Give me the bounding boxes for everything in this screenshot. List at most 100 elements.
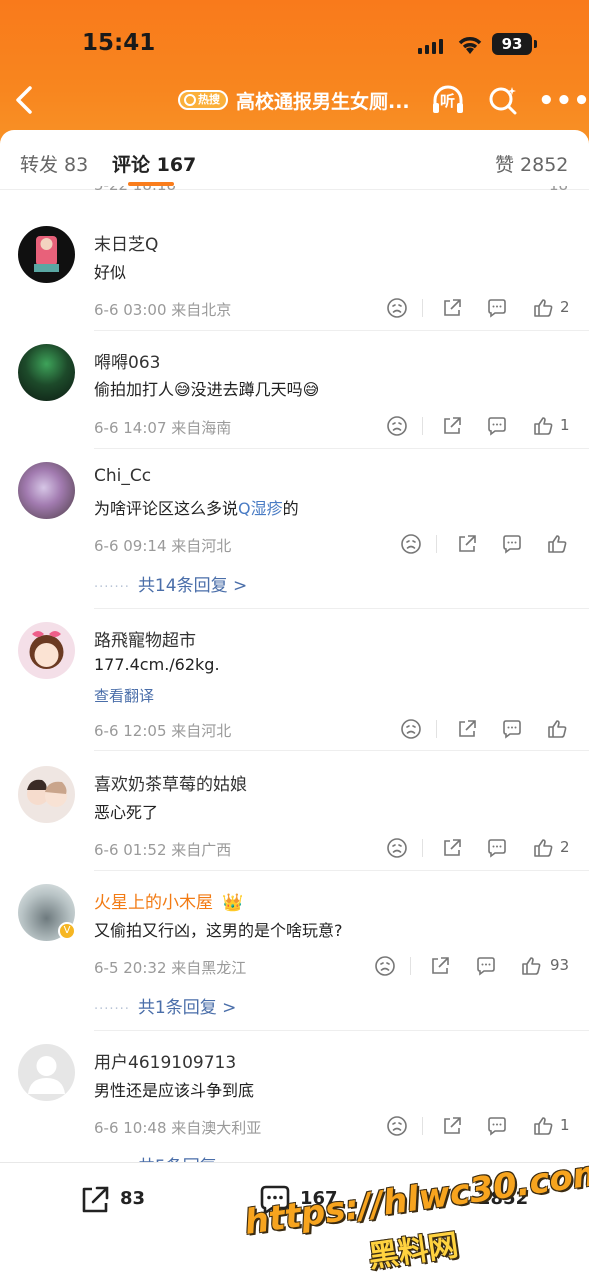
verified-badge-icon: V xyxy=(58,922,76,940)
like-icon[interactable] xyxy=(520,955,542,977)
replies-label: 共1条回复 > xyxy=(137,998,237,1018)
comment-meta: 6-6 10:48 来自澳大利亚 xyxy=(94,1119,262,1137)
like-count: 2 xyxy=(560,838,570,856)
hot-search-badge[interactable]: 热搜 xyxy=(178,90,228,110)
avatar[interactable] xyxy=(18,344,75,401)
header: 15:41 93 热搜 高校通报男生女厕... 听 ••• xyxy=(0,0,589,150)
reply-dots: ······· xyxy=(94,1002,130,1017)
dislike-icon[interactable] xyxy=(374,955,396,977)
like-count: 93 xyxy=(550,956,570,974)
author-name: 火星上的小木屋 xyxy=(94,893,213,913)
divider xyxy=(422,299,423,317)
comment-author[interactable]: 路飛寵物超市 xyxy=(94,626,196,651)
like-icon[interactable] xyxy=(532,297,554,319)
comment-meta: 6-6 12:05 来自河北 xyxy=(94,722,232,740)
comment-author[interactable]: 喜欢奶茶草莓的姑娘 xyxy=(94,770,247,795)
comment-actions xyxy=(380,533,580,557)
back-icon[interactable] xyxy=(10,82,40,118)
comment-meta: 6-6 09:14 来自河北 xyxy=(94,537,232,555)
comment-icon[interactable] xyxy=(501,533,523,555)
comment-text: 又偷拍又行凶，这男的是个啥玩意? xyxy=(94,921,343,940)
share-icon[interactable] xyxy=(429,955,451,977)
like-icon[interactable] xyxy=(546,718,568,740)
comment-actions xyxy=(380,718,580,742)
dislike-icon[interactable] xyxy=(400,718,422,740)
translate-link[interactable]: 查看翻译 xyxy=(94,685,154,706)
signal-icon xyxy=(418,36,448,54)
divider xyxy=(422,417,423,435)
comment-author[interactable]: 火星上的小木屋 👑 xyxy=(94,888,244,913)
replies-label: 共14条回复 > xyxy=(137,576,248,596)
divider xyxy=(94,870,589,871)
avatar[interactable] xyxy=(18,622,75,679)
comment-icon[interactable] xyxy=(486,415,508,437)
comment-meta: 6-5 20:32 来自黑龙江 xyxy=(94,959,247,977)
comment-text: 好似 xyxy=(94,263,127,282)
dislike-icon[interactable] xyxy=(386,415,408,437)
comment-meta: 6-6 03:00 来自北京 xyxy=(94,301,232,319)
comment-author[interactable]: 嘚嘚063 xyxy=(94,348,160,373)
divider xyxy=(410,957,411,975)
comment-text: 男性还是应该斗争到底 xyxy=(94,1081,255,1100)
view-replies-link[interactable]: ······· 共14条回复 > xyxy=(94,571,247,596)
divider xyxy=(422,1117,423,1135)
more-options-icon[interactable]: ••• xyxy=(538,86,589,116)
like-count: 1 xyxy=(560,416,570,434)
tab-comments[interactable]: 评论 167 xyxy=(112,150,196,177)
comment-actions: 1 xyxy=(380,1115,580,1139)
search-icon[interactable] xyxy=(486,83,520,117)
view-replies-link[interactable]: ······· 共1条回复 > xyxy=(94,993,236,1018)
tab-repost[interactable]: 转发 83 xyxy=(20,150,88,177)
like-icon[interactable] xyxy=(546,533,568,555)
status-time: 15:41 xyxy=(82,30,156,56)
repost-button[interactable]: 83 xyxy=(78,1183,158,1217)
tab-likes[interactable]: 赞 2852 xyxy=(495,150,568,177)
hot-badge-label: 热搜 xyxy=(198,93,220,106)
crown-badge-icon: 👑 xyxy=(222,893,244,913)
avatar[interactable] xyxy=(18,1044,75,1101)
dislike-icon[interactable] xyxy=(386,837,408,859)
divider xyxy=(94,330,589,331)
dislike-icon[interactable] xyxy=(386,1115,408,1137)
avatar[interactable] xyxy=(18,462,75,519)
page-title[interactable]: 高校通报男生女厕... xyxy=(236,87,410,114)
comment-author[interactable]: 用户4619109713 xyxy=(94,1048,236,1073)
share-icon[interactable] xyxy=(441,297,463,319)
status-bar: 15:41 93 xyxy=(0,30,589,60)
comment-icon[interactable] xyxy=(486,1115,508,1137)
topic-link[interactable]: Q湿疹 xyxy=(238,499,283,518)
comment-author[interactable]: Chi_Cc xyxy=(94,466,151,486)
like-icon[interactable] xyxy=(532,837,554,859)
share-icon[interactable] xyxy=(456,533,478,555)
dislike-icon[interactable] xyxy=(386,297,408,319)
share-icon[interactable] xyxy=(456,718,478,740)
avatar-image xyxy=(34,236,59,272)
share-icon[interactable] xyxy=(441,837,463,859)
comment-meta: 6-6 01:52 来自广西 xyxy=(94,841,232,859)
share-icon[interactable] xyxy=(441,415,463,437)
like-count: 2 xyxy=(560,298,570,316)
comment-text: 恶心死了 xyxy=(94,803,159,822)
comment-text-part: 为啥评论区这么多说 xyxy=(94,499,239,518)
comment-author[interactable]: 末日芝Q xyxy=(94,230,158,255)
like-icon[interactable] xyxy=(532,415,554,437)
comment-text: 为啥评论区这么多说Q湿疹的 xyxy=(94,495,299,519)
like-icon[interactable] xyxy=(532,1115,554,1137)
reply-dots: ······· xyxy=(94,580,130,595)
avatar-image xyxy=(29,631,64,669)
nav-row: 热搜 高校通报男生女厕... 听 ••• xyxy=(0,80,589,120)
comment-text: 偷拍加打人😅没进去蹲几天吗😅 xyxy=(94,380,320,399)
comment-icon[interactable] xyxy=(486,297,508,319)
comment-icon[interactable] xyxy=(486,837,508,859)
search-icon xyxy=(184,94,196,106)
comment-text-part: 的 xyxy=(282,499,299,518)
avatar[interactable] xyxy=(18,766,75,823)
comment-actions: 2 xyxy=(380,297,580,321)
avatar[interactable] xyxy=(18,226,75,283)
comment-icon[interactable] xyxy=(501,718,523,740)
dislike-icon[interactable] xyxy=(400,533,422,555)
listen-button[interactable]: 听 xyxy=(430,82,466,118)
divider xyxy=(94,448,589,449)
comment-icon[interactable] xyxy=(475,955,497,977)
share-icon[interactable] xyxy=(441,1115,463,1137)
